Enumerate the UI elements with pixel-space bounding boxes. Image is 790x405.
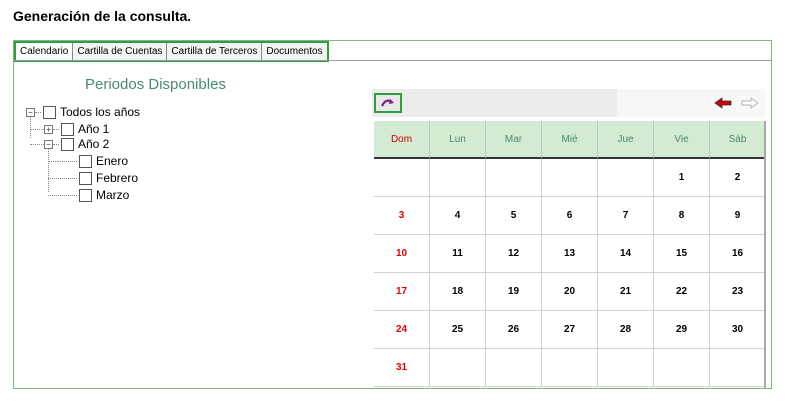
calendar-day-cell[interactable]: 1 — [654, 159, 710, 197]
calendar-day-cell[interactable]: 13 — [542, 235, 598, 273]
calendar-day-cell — [654, 349, 710, 387]
calendar-day-cell[interactable]: 20 — [542, 273, 598, 311]
calendar-day-cell[interactable]: 19 — [486, 273, 542, 311]
weekday-header: Mar — [486, 121, 542, 159]
calendar-day-cell[interactable]: 25 — [430, 311, 486, 349]
calendar-day-cell[interactable]: 28 — [598, 311, 654, 349]
calendar-day-cell — [598, 349, 654, 387]
calendar-day-cell — [542, 349, 598, 387]
tab-bar: Calendario Cartilla de Cuentas Cartilla … — [14, 41, 329, 62]
query-panel: Calendario Cartilla de Cuentas Cartilla … — [13, 40, 772, 389]
calendar-day-cell[interactable]: 5 — [486, 197, 542, 235]
calendar-day-cell[interactable]: 16 — [710, 235, 766, 273]
tab-documentos[interactable]: Documentos — [262, 43, 327, 60]
calendar-day-cell[interactable]: 6 — [542, 197, 598, 235]
refresh-icon — [381, 99, 394, 107]
calendar: Dom Lun Mar Mié Jue Vie Sáb 1 2 3 4 5 6 7 8 9 10 11 12 13 14… — [372, 89, 766, 389]
tab-cartilla-cuentas[interactable]: Cartilla de Cuentas — [73, 43, 168, 60]
tab-cartilla-terceros[interactable]: Cartilla de Terceros — [167, 43, 263, 60]
calendar-day-cell[interactable]: 23 — [710, 273, 766, 311]
calendar-day-cell[interactable]: 11 — [430, 235, 486, 273]
calendar-day-cell — [430, 349, 486, 387]
tab-calendario[interactable]: Calendario — [16, 43, 74, 60]
calendar-day-cell[interactable]: 24 — [374, 311, 430, 349]
calendar-day-cell — [430, 159, 486, 197]
calendar-day-cell[interactable]: 29 — [654, 311, 710, 349]
weekday-header: Dom — [374, 121, 430, 159]
calendar-day-cell — [710, 349, 766, 387]
calendar-day-cell[interactable]: 17 — [374, 273, 430, 311]
calendar-day-cell[interactable]: 12 — [486, 235, 542, 273]
tab-divider — [14, 60, 771, 61]
page-title: Generación de la consulta. — [13, 8, 192, 24]
calendar-day-cell[interactable]: 2 — [710, 159, 766, 197]
calendar-day-cell[interactable]: 26 — [486, 311, 542, 349]
calendar-day-cell[interactable]: 21 — [598, 273, 654, 311]
calendar-day-cell[interactable]: 15 — [654, 235, 710, 273]
calendar-day-cell[interactable]: 3 — [374, 197, 430, 235]
weekday-header: Vie — [654, 121, 710, 159]
calendar-day-cell[interactable]: 10 — [374, 235, 430, 273]
calendar-day-cell — [374, 159, 430, 197]
next-month-button[interactable] — [741, 96, 759, 114]
prev-month-button[interactable] — [714, 96, 732, 114]
tree-label-month: Marzo — [96, 188, 130, 202]
calendar-day-cell[interactable]: 4 — [430, 197, 486, 235]
expand-icon[interactable]: + — [44, 125, 53, 134]
calendar-day-cell[interactable]: 7 — [598, 197, 654, 235]
tree-label-all-years: Todos los años — [60, 105, 141, 119]
checkbox-year-1[interactable] — [61, 123, 74, 136]
checkbox-month-febrero[interactable] — [79, 172, 92, 185]
calendar-day-cell[interactable]: 18 — [430, 273, 486, 311]
calendar-day-cell — [486, 349, 542, 387]
tree-label-year-1: Año 1 — [78, 122, 110, 136]
checkbox-month-enero[interactable] — [79, 155, 92, 168]
calendar-day-cell[interactable]: 14 — [598, 235, 654, 273]
tree-label-month: Febrero — [96, 171, 139, 185]
tree-label-year-2: Año 2 — [78, 137, 110, 151]
refresh-button[interactable] — [374, 93, 402, 113]
checkbox-all-years[interactable] — [43, 106, 56, 119]
weekday-header: Lun — [430, 121, 486, 159]
calendar-day-cell — [486, 159, 542, 197]
periods-title: Periodos Disponibles — [85, 76, 226, 93]
calendar-day-cell[interactable]: 9 — [710, 197, 766, 235]
calendar-day-cell[interactable]: 30 — [710, 311, 766, 349]
calendar-day-cell[interactable]: 27 — [542, 311, 598, 349]
tree-label-month: Enero — [96, 154, 129, 168]
arrow-left-icon — [714, 97, 732, 109]
calendar-day-cell[interactable]: 22 — [654, 273, 710, 311]
calendar-day-cell[interactable]: 8 — [654, 197, 710, 235]
weekday-header: Sáb — [710, 121, 766, 159]
weekday-header: Jue — [598, 121, 654, 159]
calendar-day-cell[interactable]: 31 — [374, 349, 430, 387]
checkbox-year-2[interactable] — [61, 138, 74, 151]
calendar-day-cell — [542, 159, 598, 197]
checkbox-month-marzo[interactable] — [79, 189, 92, 202]
weekday-header: Mié — [542, 121, 598, 159]
arrow-right-icon — [741, 97, 759, 109]
calendar-day-cell — [598, 159, 654, 197]
